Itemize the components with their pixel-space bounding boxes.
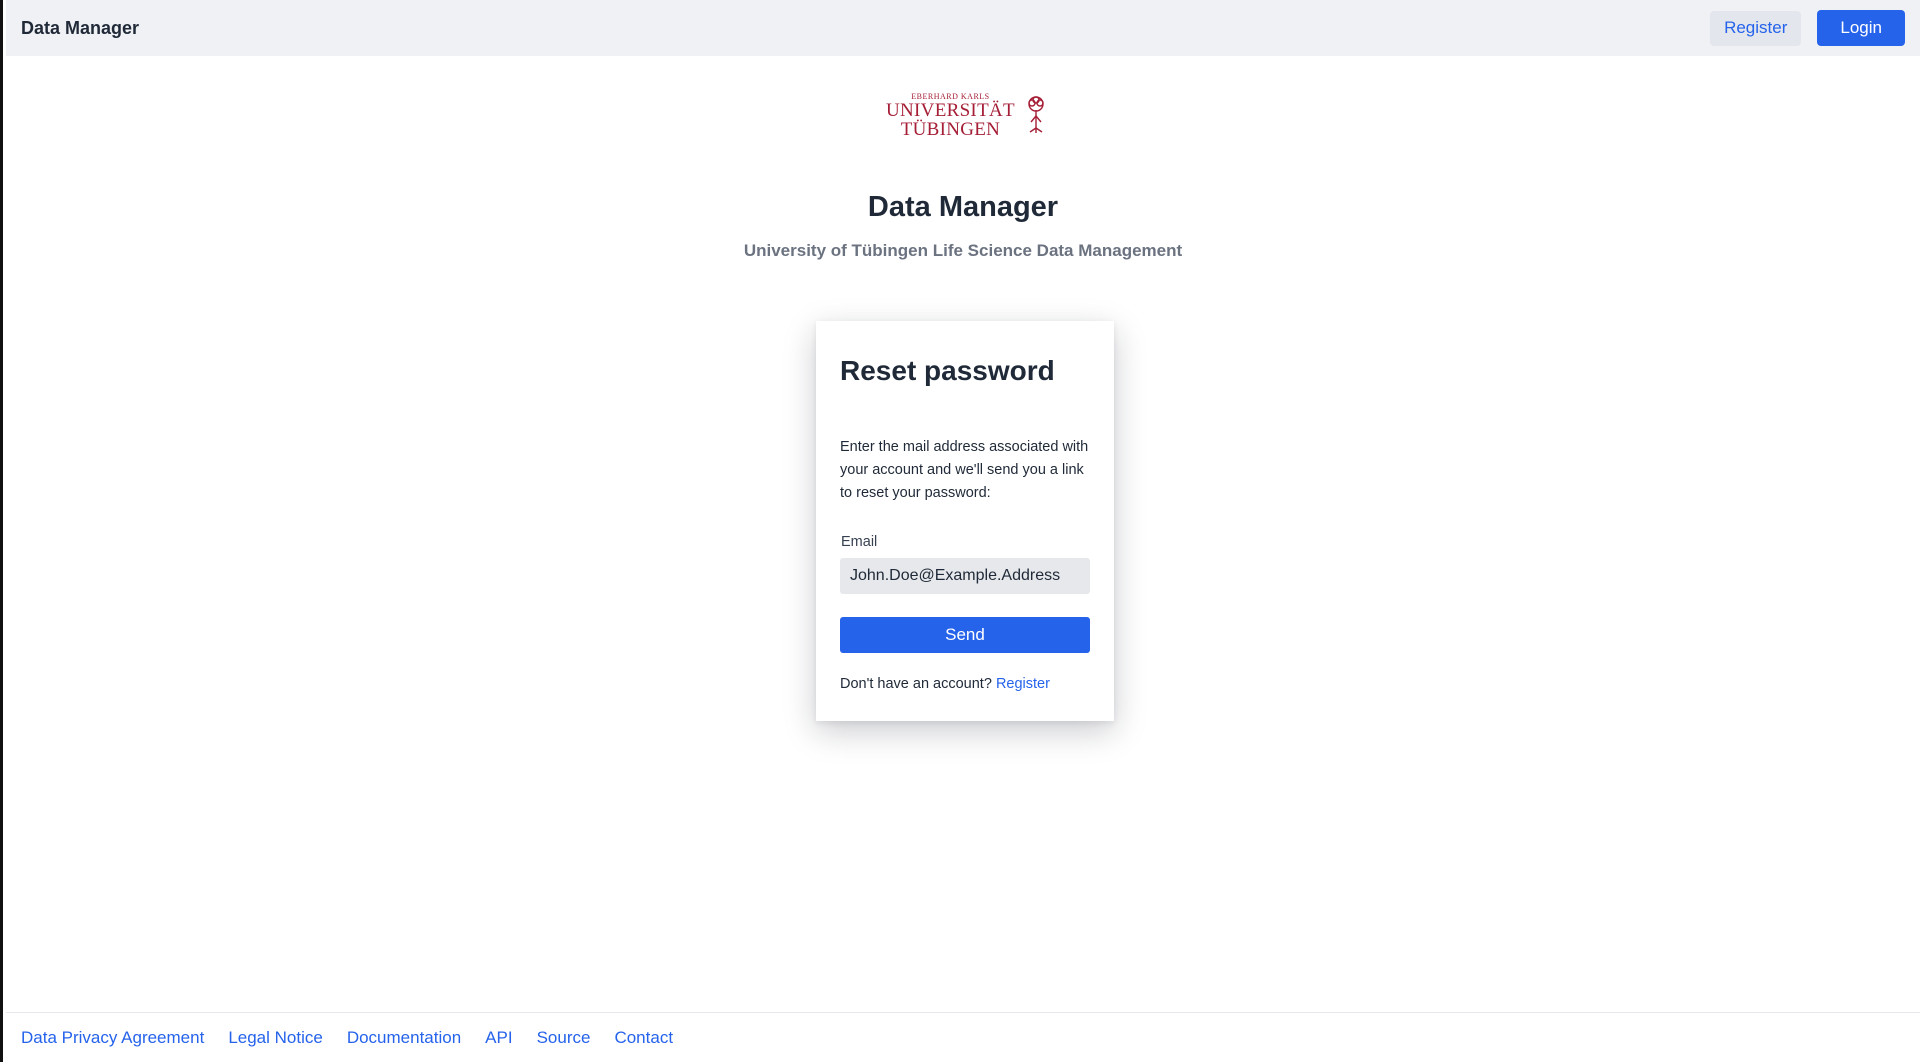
email-label: Email <box>841 534 878 550</box>
university-logo-wordmark: EBERHARD KARLS UNIVERSITÄT TÜBINGEN <box>886 93 1015 140</box>
logo-line-1: UNIVERSITÄT <box>886 100 1015 121</box>
logo-line-2: TÜBINGEN <box>900 119 1001 140</box>
footer-link-documentation[interactable]: Documentation <box>347 1028 461 1048</box>
top-navbar: Data Manager Register Login <box>6 0 1920 56</box>
university-tree-emblem-icon <box>1025 94 1047 139</box>
register-button[interactable]: Register <box>1710 10 1802 46</box>
footer-link-legal-notice[interactable]: Legal Notice <box>228 1028 323 1048</box>
login-button[interactable]: Login <box>1817 10 1905 46</box>
no-account-text: Don't have an account? <box>840 676 992 692</box>
page-subtitle: University of Tübingen Life Science Data… <box>743 241 1183 260</box>
card-heading: Reset password <box>840 355 1055 386</box>
register-link[interactable]: Register <box>996 676 1050 692</box>
page-title: Data Manager <box>867 191 1059 223</box>
top-actions: Register Login <box>1710 10 1905 46</box>
footer-link-contact[interactable]: Contact <box>614 1028 673 1048</box>
send-button[interactable]: Send <box>840 617 1090 653</box>
footer: Data Privacy Agreement Legal Notice Docu… <box>6 1012 1920 1062</box>
footer-link-api[interactable]: API <box>485 1028 512 1048</box>
university-logo: EBERHARD KARLS UNIVERSITÄT TÜBINGEN <box>886 93 1047 140</box>
register-prompt: Don't have an account? Register <box>840 676 1050 692</box>
footer-link-data-privacy[interactable]: Data Privacy Agreement <box>21 1028 204 1048</box>
email-field[interactable] <box>840 558 1090 594</box>
card-description: Enter the mail address associated with y… <box>840 439 1089 501</box>
brand-title[interactable]: Data Manager <box>21 18 139 39</box>
reset-password-card: Reset password Enter the mail address as… <box>816 321 1114 721</box>
footer-link-source[interactable]: Source <box>537 1028 591 1048</box>
app-window: Data Manager Register Login EBERHARD KAR… <box>0 0 1920 1062</box>
